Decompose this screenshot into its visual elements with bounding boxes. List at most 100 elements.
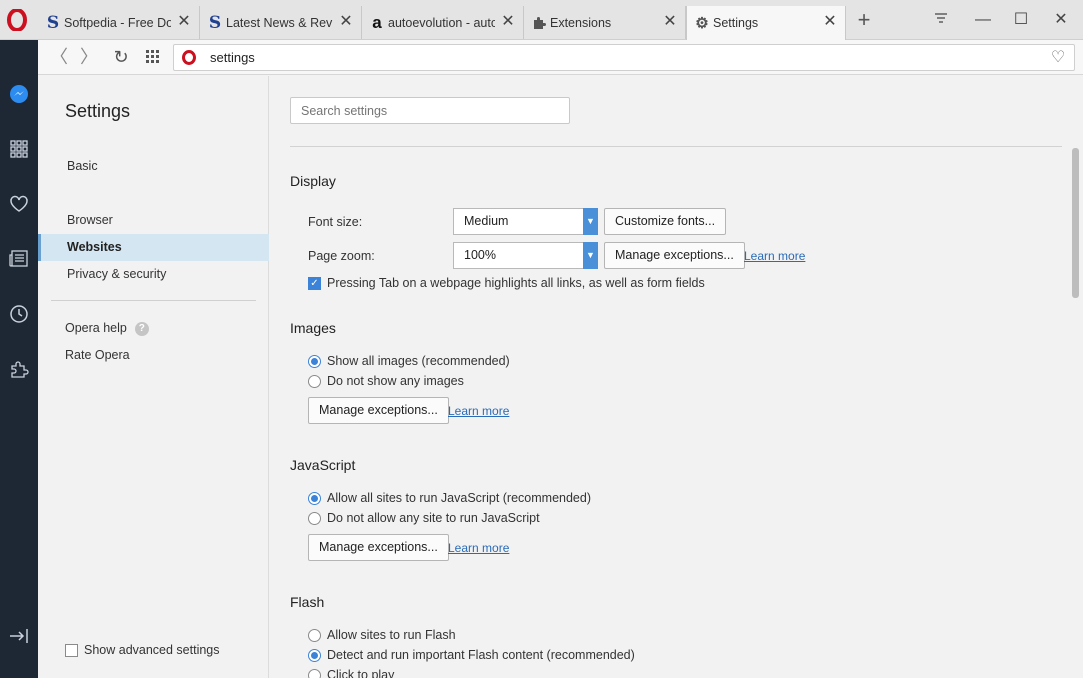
images-manage-exceptions-button[interactable]: Manage exceptions...	[308, 397, 449, 424]
tab-menu-icon[interactable]	[930, 10, 952, 32]
nav-item-privacy[interactable]: Privacy & security	[38, 261, 269, 288]
scrollbar[interactable]	[1070, 76, 1083, 678]
search-settings-input[interactable]	[290, 97, 570, 124]
heart-icon[interactable]: ♡	[1048, 48, 1068, 68]
tab-highlight-option[interactable]: ✓ Pressing Tab on a webpage highlights a…	[308, 276, 705, 290]
back-button[interactable]: 〈	[48, 46, 70, 68]
js-opt1-label: Allow all sites to run JavaScript (recom…	[327, 491, 591, 505]
images-show-all-option[interactable]: Show all images (recommended)	[308, 354, 510, 368]
js-manage-exceptions-button[interactable]: Manage exceptions...	[308, 534, 449, 561]
tab-latest-news[interactable]: S Latest News & Revie ✕	[200, 6, 362, 39]
gear-icon: ⚙	[695, 14, 709, 32]
chevron-down-icon: ▼	[583, 242, 598, 269]
new-tab-button[interactable]: +	[854, 9, 874, 31]
nav-item-websites[interactable]: Websites	[38, 234, 269, 261]
chevron-down-icon: ▼	[583, 208, 598, 235]
javascript-heading: JavaScript	[290, 457, 356, 473]
images-heading: Images	[290, 320, 336, 336]
display-heading: Display	[290, 173, 336, 189]
close-window-button[interactable]: ✕	[1050, 10, 1072, 32]
minimize-button[interactable]: —	[972, 10, 994, 32]
content-divider	[290, 146, 1062, 147]
close-tab-icon[interactable]: ✕	[339, 13, 353, 30]
reload-button[interactable]: ↻	[110, 46, 132, 68]
help-question-icon: ?	[134, 321, 149, 336]
settings-nav: Settings Basic Browser Websites Privacy …	[38, 76, 269, 678]
checkmark-icon[interactable]: ✓	[308, 276, 321, 290]
images-learn-more-link[interactable]: Learn more	[448, 404, 509, 418]
nav-item-basic[interactable]: Basic	[38, 153, 269, 180]
flash-detect-option[interactable]: Detect and run important Flash content (…	[308, 648, 635, 662]
flash-opt1-label: Allow sites to run Flash	[327, 628, 456, 642]
tab-autoevolution[interactable]: a autoevolution - auto ✕	[362, 6, 524, 39]
softpedia-icon: S	[46, 12, 60, 33]
forward-button[interactable]: 〉	[78, 46, 100, 68]
nav-item-rate[interactable]: Rate Opera	[38, 342, 269, 369]
flash-heading: Flash	[290, 594, 325, 610]
images-opt1-label: Show all images (recommended)	[327, 354, 510, 368]
js-block-option[interactable]: Do not allow any site to run JavaScript	[308, 511, 540, 525]
page-zoom-value: 100%	[464, 248, 496, 262]
zoom-learn-more-link[interactable]: Learn more	[744, 249, 805, 263]
tab-extensions[interactable]: Extensions ✕	[524, 6, 686, 39]
js-opt2-label: Do not allow any site to run JavaScript	[327, 511, 540, 525]
messenger-icon[interactable]	[7, 82, 31, 106]
flash-click-to-play-option[interactable]: Click to play	[308, 668, 394, 678]
nav-item-browser[interactable]: Browser	[38, 207, 269, 234]
js-allow-option[interactable]: Allow all sites to run JavaScript (recom…	[308, 491, 591, 505]
close-tab-icon[interactable]: ✕	[501, 13, 515, 30]
tab-settings[interactable]: ⚙ Settings ✕	[686, 6, 846, 40]
radio-selected-icon[interactable]	[308, 491, 321, 505]
tab-bar: S Softpedia - Free Dow ✕ S Latest News &…	[0, 0, 1083, 40]
font-size-value: Medium	[464, 214, 509, 228]
flash-opt2-label: Detect and run important Flash content (…	[327, 648, 635, 662]
advanced-settings-toggle[interactable]: Show advanced settings	[65, 643, 220, 657]
radio-selected-icon[interactable]	[308, 354, 321, 368]
opera-icon	[182, 50, 196, 65]
scrollbar-thumb[interactable]	[1072, 148, 1079, 298]
speed-dial-sidebar-icon[interactable]	[7, 137, 31, 161]
settings-title: Settings	[65, 101, 131, 121]
images-none-option[interactable]: Do not show any images	[308, 374, 464, 388]
close-tab-icon[interactable]: ✕	[663, 13, 677, 30]
softpedia-icon: S	[208, 12, 222, 33]
images-opt2-label: Do not show any images	[327, 374, 464, 388]
advanced-checkbox[interactable]	[65, 643, 78, 657]
opera-menu-icon[interactable]	[6, 9, 28, 31]
radio-icon[interactable]	[308, 374, 321, 388]
collapse-sidebar-icon[interactable]	[7, 624, 31, 648]
extensions-icon[interactable]	[7, 357, 31, 381]
history-clock-icon[interactable]	[7, 302, 31, 326]
zoom-manage-exceptions-button[interactable]: Manage exceptions...	[604, 242, 745, 269]
url-field[interactable]: settings ♡	[173, 44, 1075, 71]
maximize-button[interactable]: ☐	[1010, 10, 1032, 32]
opera-sidebar	[0, 40, 38, 678]
news-icon[interactable]	[7, 247, 31, 271]
settings-content: Display Font size: Medium ▼ Customize fo…	[270, 76, 1070, 678]
speed-dial-icon[interactable]	[142, 46, 164, 68]
help-label: Opera help	[65, 321, 127, 335]
font-size-select[interactable]: Medium ▼	[453, 208, 598, 235]
puzzle-icon	[532, 15, 546, 31]
radio-icon[interactable]	[308, 511, 321, 525]
url-text: settings	[210, 50, 255, 65]
close-tab-icon[interactable]: ✕	[823, 14, 837, 30]
bookmarks-heart-icon[interactable]	[7, 192, 31, 216]
address-bar: 〈 〉 ↻ settings ♡	[38, 40, 1083, 75]
js-learn-more-link[interactable]: Learn more	[448, 541, 509, 555]
flash-allow-option[interactable]: Allow sites to run Flash	[308, 628, 456, 642]
radio-selected-icon[interactable]	[308, 648, 321, 662]
tab-softpedia[interactable]: S Softpedia - Free Dow ✕	[38, 6, 200, 39]
close-tab-icon[interactable]: ✕	[177, 13, 191, 30]
page-zoom-select[interactable]: 100% ▼	[453, 242, 598, 269]
nav-item-help[interactable]: Opera help?	[38, 315, 269, 342]
customize-fonts-button[interactable]: Customize fonts...	[604, 208, 727, 235]
advanced-label: Show advanced settings	[84, 643, 220, 657]
page-zoom-label: Page zoom:	[308, 249, 375, 263]
nav-divider	[51, 300, 256, 301]
flash-opt3-label: Click to play	[327, 668, 395, 678]
radio-icon[interactable]	[308, 668, 321, 678]
autoevolution-icon: a	[372, 12, 382, 32]
tab-highlight-label: Pressing Tab on a webpage highlights all…	[327, 276, 705, 290]
radio-icon[interactable]	[308, 628, 321, 642]
